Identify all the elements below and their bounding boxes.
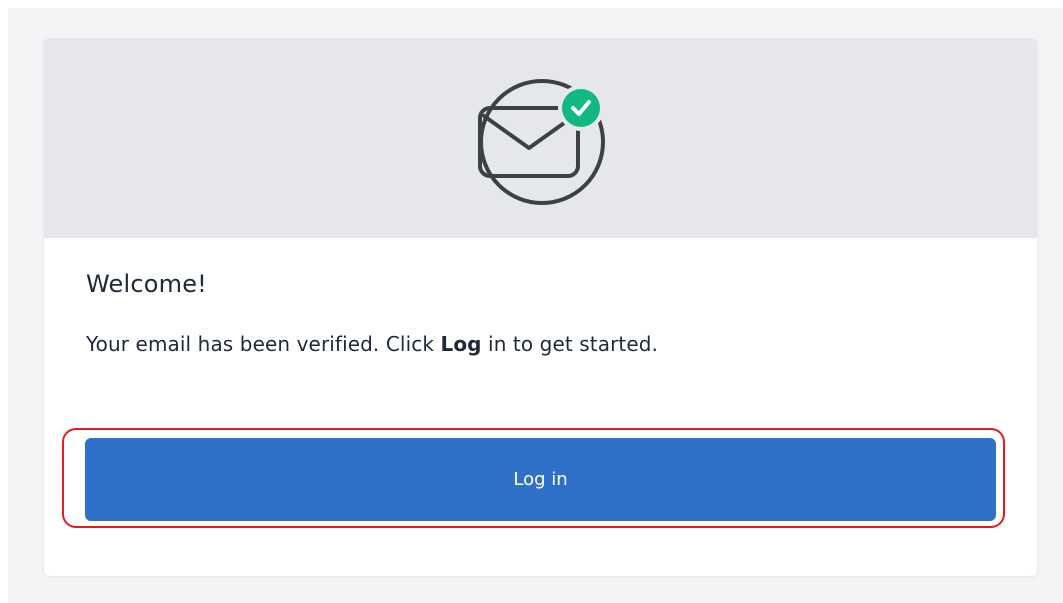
- login-button[interactable]: Log in: [85, 438, 996, 521]
- hero-banner: [44, 38, 1037, 238]
- welcome-title: Welcome!: [86, 270, 208, 298]
- verification-message: Your email has been verified. Click Log …: [86, 332, 995, 356]
- card-body: Welcome! Your email has been verified. C…: [86, 270, 995, 356]
- message-emphasis: Log: [440, 332, 482, 356]
- message-prefix: Your email has been verified. Click: [86, 332, 441, 356]
- envelope-check-icon: [478, 79, 605, 205]
- message-suffix: in to get started.: [481, 332, 658, 356]
